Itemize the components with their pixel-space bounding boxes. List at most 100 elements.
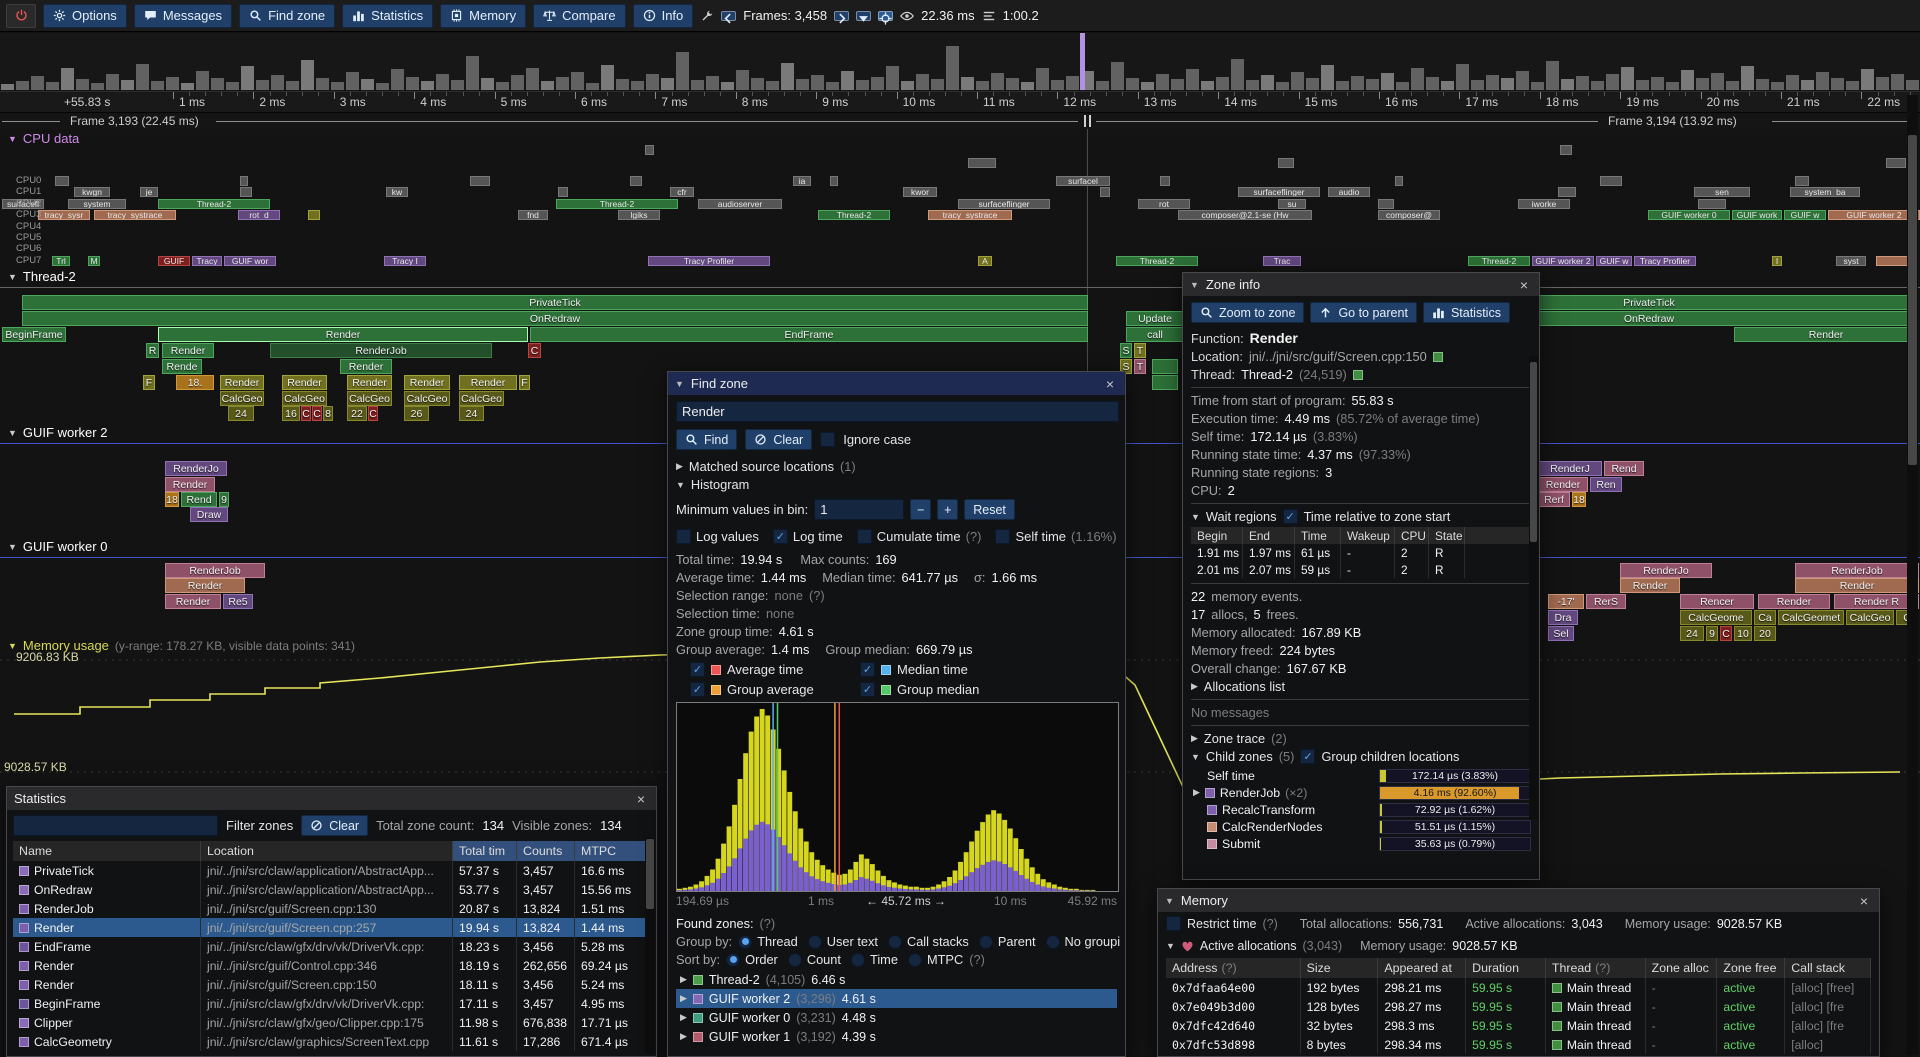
child-zone-row[interactable]: Self time172.14 µs (3.83%) (1191, 767, 1531, 784)
radio-option[interactable]: User text (808, 934, 878, 949)
child-zone-row[interactable]: CalcRenderNodes51.51 µs (1.15%) (1191, 818, 1531, 835)
stats-row[interactable]: BeginFramejni/../jni/src/claw/gfx/drv/vk… (13, 994, 650, 1013)
toolbar-button-messages[interactable]: Messages (134, 4, 232, 28)
cpu-segment[interactable]: surfaceflinger (1238, 187, 1320, 197)
clear-filter-button[interactable]: Clear (301, 815, 368, 836)
group-by-radio[interactable] (808, 935, 822, 949)
cpu-segment[interactable]: Thread-2 (1468, 256, 1530, 266)
child-zone-row[interactable]: Submit35.63 µs (0.79%) (1191, 835, 1531, 852)
timeline-zone[interactable]: RenderJob (1795, 563, 1919, 578)
cpu-segment[interactable] (1395, 176, 1403, 186)
timeline-zone[interactable]: RenderJ (1538, 461, 1602, 476)
timeline-zone[interactable] (1152, 359, 1178, 374)
expand-icon[interactable]: ▶ (1193, 787, 1200, 798)
toolbar-button-options[interactable]: Options (43, 4, 127, 28)
toolbar-button-info[interactable]: Info (633, 4, 694, 28)
active-allocations-header[interactable]: Active allocations (1200, 939, 1297, 953)
stats-row[interactable]: Renderjni/../jni/src/guif/Screen.cpp:257… (13, 918, 650, 937)
memory-column-header[interactable]: Duration (1466, 958, 1546, 978)
timeline-zone[interactable]: F (143, 375, 155, 390)
stats-row[interactable]: Renderjni/../jni/src/guif/Screen.cpp:150… (13, 975, 650, 994)
cpu-segment[interactable] (1600, 176, 1622, 186)
cpu-segment[interactable]: I (1772, 256, 1782, 266)
timeline-zone[interactable]: Render (1538, 477, 1588, 492)
reset-button[interactable]: Reset (964, 499, 1015, 520)
zone-trace-header[interactable]: Zone trace (1204, 731, 1265, 746)
timeline-zone[interactable]: 16 (282, 406, 300, 421)
timeline-zone[interactable]: CalcGeo (1846, 610, 1894, 625)
cpu-segment[interactable] (630, 176, 642, 186)
allocation-row[interactable]: 0x7dfc42d64032 bytes298.3 ms59.95 sMain … (1166, 1016, 1871, 1035)
cpu-data-header[interactable]: ▼ CPU data (8, 131, 79, 146)
sort-by-radio[interactable] (908, 953, 922, 967)
cpu-segment[interactable]: A (978, 256, 992, 266)
timeline-zone[interactable]: C (301, 406, 311, 421)
timeline-zone[interactable] (1152, 375, 1178, 390)
cpu-segment[interactable] (240, 176, 248, 186)
timeline-zone[interactable]: Render (1795, 578, 1919, 593)
stats-column-header[interactable]: MTPC (575, 841, 650, 861)
goto-frame-button[interactable] (878, 11, 893, 21)
relative-time-checkbox[interactable] (1283, 509, 1298, 524)
close-icon[interactable]: × (1102, 376, 1118, 392)
cpu-segment[interactable] (1876, 256, 1908, 266)
allocation-row[interactable]: 0x7dfaa64e00192 bytes298.21 ms59.95 sMai… (1166, 978, 1871, 997)
memory-column-header[interactable]: Appeared at (1378, 958, 1466, 978)
cpu-segment[interactable]: system (68, 199, 126, 209)
timeline-zone[interactable]: CalcGeo (459, 391, 504, 406)
cpu-segment[interactable] (470, 176, 490, 186)
cpu-segment[interactable]: lgiks (618, 210, 660, 220)
cpu-segment[interactable] (1558, 187, 1576, 197)
cpu-segment[interactable]: composer@ (1378, 210, 1440, 220)
timeline-zone[interactable]: call (1126, 327, 1184, 342)
memory-column-header[interactable]: Call stack (1785, 958, 1871, 978)
timeline-zone[interactable]: C (312, 406, 322, 421)
timeline-zone[interactable]: Draw (190, 507, 228, 522)
timeline-zone[interactable]: Dra (1548, 610, 1578, 625)
timeline-zone[interactable]: Render (158, 327, 528, 342)
restrict-time-checkbox[interactable] (1166, 916, 1181, 931)
timeline-zone[interactable]: Rend (181, 492, 217, 507)
collapse-icon[interactable]: ▼ (676, 480, 685, 490)
timeline-zone[interactable]: Render (165, 477, 215, 492)
stats-row[interactable]: CalcGeometryjni/../jni/src/claw/graphics… (13, 1032, 650, 1051)
child-zone-row[interactable]: ▶RenderJob(×2)4.16 ms (92.60%) (1191, 784, 1531, 801)
thread-color-swatch[interactable] (1353, 370, 1363, 380)
allocations-list-header[interactable]: Allocations list (1204, 679, 1285, 694)
legend-checkbox[interactable] (690, 682, 705, 697)
cpu-segment[interactable]: rot (1138, 199, 1190, 209)
radio-option[interactable]: Call stacks (888, 934, 969, 949)
cpu-segment[interactable]: sen (1694, 187, 1750, 197)
wait-column-header[interactable]: Time (1295, 527, 1341, 544)
timeline-zone[interactable]: EndFrame (530, 327, 1088, 342)
timeline-zone[interactable]: C (528, 343, 541, 358)
stats-row[interactable]: Renderjni/../jni/src/guif/Control.cpp:34… (13, 956, 650, 975)
stats-row[interactable]: OnRedrawjni/../jni/src/claw/application/… (13, 880, 650, 899)
collapse-icon[interactable]: ▼ (1191, 512, 1200, 522)
source-color-swatch[interactable] (1433, 352, 1443, 362)
cpu-segment[interactable]: Tracy Profiler (648, 256, 770, 266)
collapse-icon[interactable]: ▼ (675, 379, 684, 389)
collapse-icon[interactable]: ▼ (1190, 280, 1199, 290)
cpu-segment[interactable]: je (140, 187, 158, 197)
timeline-zone[interactable]: Rende (162, 359, 202, 374)
timeline-zone[interactable]: Render (165, 594, 221, 609)
timeline-zone[interactable]: PrivateTick (22, 295, 1088, 310)
timeline-zone[interactable]: 8 (323, 406, 333, 421)
timeline-zone[interactable]: 26 (404, 406, 429, 421)
legend-checkbox[interactable] (860, 662, 875, 677)
wait-column-header[interactable]: Begin (1191, 527, 1243, 544)
zone-info-titlebar[interactable]: ▼ Zone info × (1183, 273, 1539, 296)
allocation-row[interactable]: 0x7e049b3d00128 bytes298.27 ms59.95 sMai… (1166, 997, 1871, 1016)
cpu-segment[interactable]: GUIF worker 0 (1648, 210, 1730, 220)
cpu-segment[interactable]: tracy_sysr (38, 210, 90, 220)
expand-icon[interactable]: ▶ (676, 461, 683, 472)
cumulate-time-checkbox[interactable] (857, 529, 872, 544)
collapse-icon[interactable]: ▼ (8, 542, 17, 552)
stats-column-header[interactable]: Total tim (453, 841, 517, 861)
cpu-segment[interactable] (1100, 187, 1110, 197)
timeline-zone[interactable]: C (368, 406, 378, 421)
toolbar-button-compare[interactable]: Compare (533, 4, 625, 28)
cpu-segment[interactable] (240, 187, 252, 197)
timeline-zone[interactable]: Render (1620, 578, 1680, 593)
